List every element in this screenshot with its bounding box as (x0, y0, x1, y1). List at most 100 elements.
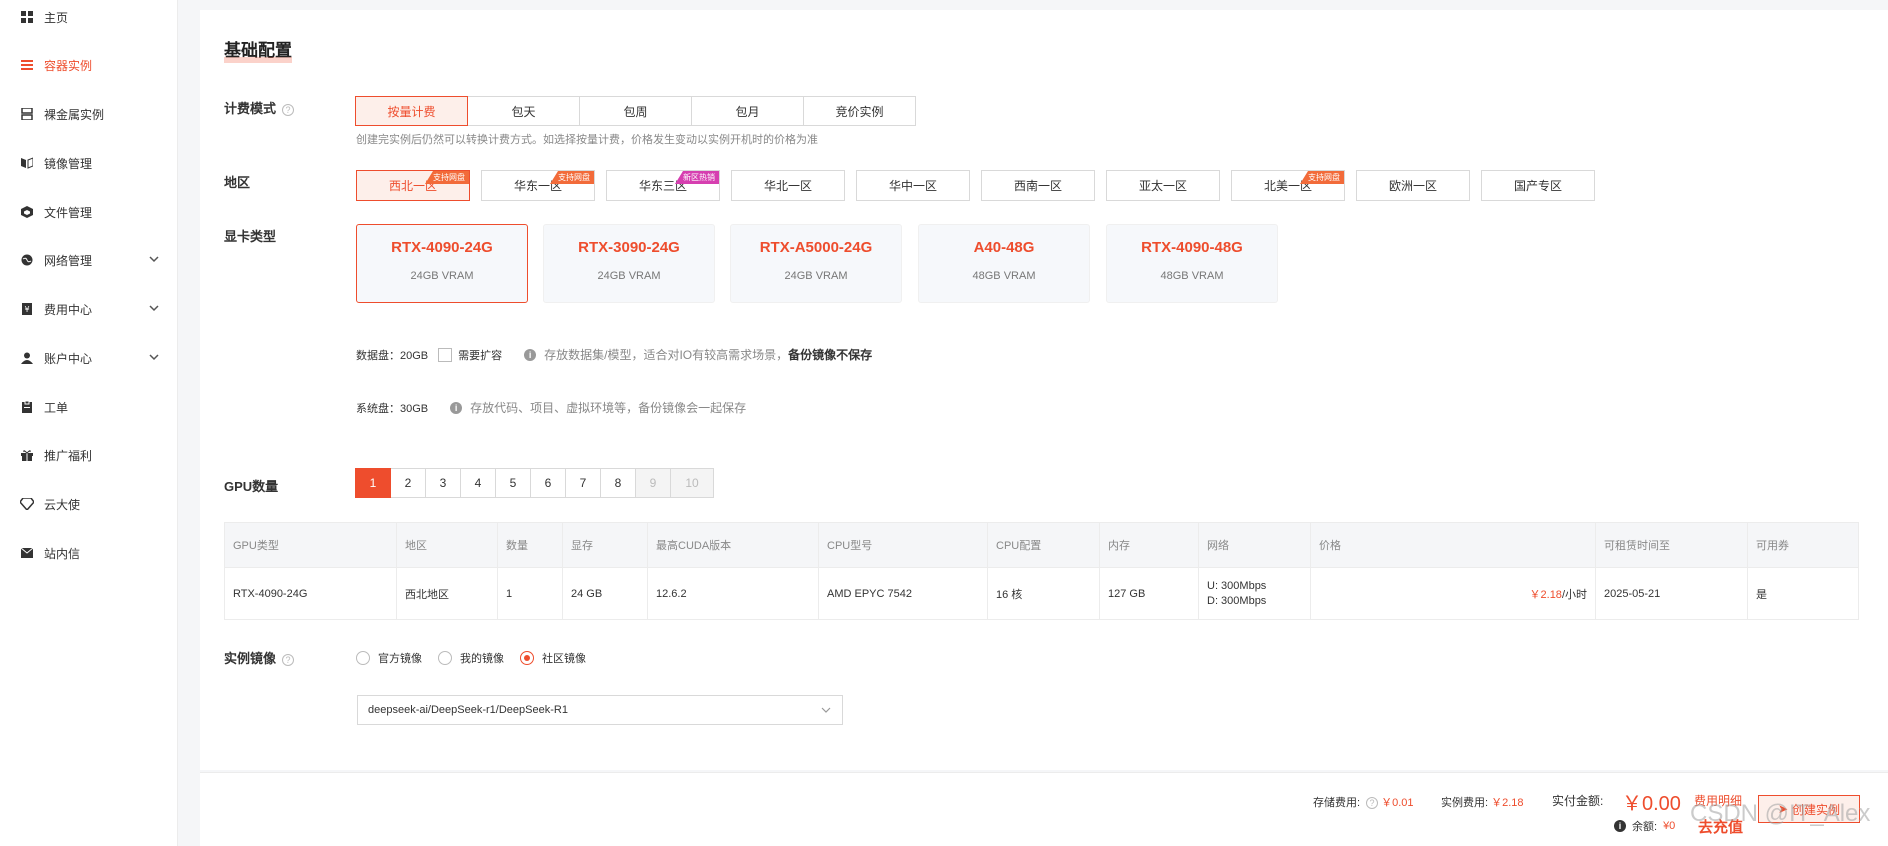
sidebar-item-tickets[interactable]: 工单 (0, 392, 178, 422)
box-icon (20, 205, 34, 219)
sidebar-item-container-instances[interactable]: 容器实例 (0, 50, 178, 80)
cell-network: U: 300Mbps D: 300Mbps (1198, 567, 1311, 620)
gpu-card[interactable]: RTX-A5000-24G 24GB VRAM (730, 224, 902, 303)
gpu-count-option[interactable]: 8 (600, 468, 636, 498)
table-header: CPU配置 (987, 522, 1100, 568)
image-option-official[interactable]: 官方镜像 (356, 650, 422, 666)
spec-table: GPU类型 地区 数量 显存 最高CUDA版本 CPU型号 CPU配置 内存 网… (224, 522, 1859, 620)
region-tag: 支持网盘 (425, 171, 469, 184)
data-disk-label: 数据盘：20GB (356, 349, 429, 362)
chevron-down-icon[interactable] (148, 302, 162, 316)
gpu-vram: 24GB VRAM (410, 270, 474, 282)
image-option-community[interactable]: 社区镜像 (520, 650, 586, 666)
sidebar-item-bare-metal[interactable]: 裸金属实例 (0, 99, 178, 129)
gpu-name: RTX-3090-24G (578, 239, 680, 256)
region-option[interactable]: 华东三区 新区热销 (606, 170, 720, 201)
billing-option-spot[interactable]: 竞价实例 (803, 96, 916, 126)
data-disk-note-bold: 备份镜像不保存 (788, 348, 873, 362)
storage-fee-label: 存储费用: (1313, 797, 1361, 809)
gpu-count-option[interactable]: 4 (460, 468, 496, 498)
cell-cpu-config: 16 核 (987, 567, 1100, 620)
region-option[interactable]: 西南一区 (981, 170, 1095, 201)
cell-vram: 24 GB (562, 567, 648, 620)
sidebar-item-promotion[interactable]: 推广福利 (0, 440, 178, 470)
gpu-count-option[interactable]: 2 (390, 468, 426, 498)
sidebar-item-ambassador[interactable]: 云大使 (0, 489, 178, 519)
help-icon[interactable]: ? (1366, 797, 1379, 810)
sidebar-item-images[interactable]: 镜像管理 (0, 148, 178, 178)
system-disk-note: 存放代码、项目、虚拟环境等，备份镜像会一起保存 (470, 401, 747, 415)
gpu-name: RTX-4090-48G (1141, 239, 1243, 256)
pay-amount-value: ￥0.00 (1622, 793, 1681, 815)
gift-icon (20, 448, 34, 462)
gpu-card[interactable]: RTX-4090-48G 48GB VRAM (1106, 224, 1278, 303)
image-select[interactable]: deepseek-ai/DeepSeek-r1/DeepSeek-R1 (357, 695, 843, 725)
billing-option-weekly[interactable]: 包周 (579, 96, 692, 126)
radio-button[interactable] (438, 651, 452, 665)
gpu-name: A40-48G (973, 239, 1035, 256)
balance-label: 余额: (1632, 821, 1658, 833)
expand-checkbox-label: 需要扩容 (458, 349, 503, 362)
table-header: 价格 (1310, 522, 1596, 568)
balance-value: ¥0 (1663, 820, 1676, 832)
sidebar-item-files[interactable]: 文件管理 (0, 197, 178, 227)
info-icon: i (524, 348, 537, 361)
billing-mode-selector: 按量计费 包天 包周 包月 竞价实例 (355, 96, 916, 126)
radio-button[interactable] (520, 651, 534, 665)
region-option[interactable]: 国产专区 (1481, 170, 1595, 201)
region-option[interactable]: 华中一区 (856, 170, 970, 201)
region-name: 亚太一区 (1138, 179, 1187, 193)
gpu-count-option[interactable]: 5 (495, 468, 531, 498)
gpu-count-option[interactable]: 3 (425, 468, 461, 498)
instance-fee-value: ￥2.18 (1491, 797, 1524, 809)
gpu-card[interactable]: A40-48G 48GB VRAM (918, 224, 1090, 303)
sidebar-item-label: 云大使 (44, 497, 81, 512)
sidebar-item-messages[interactable]: 站内信 (0, 538, 178, 568)
pay-amount-label: 实付金额: (1552, 794, 1604, 808)
radio-button[interactable] (356, 651, 370, 665)
info-icon: i (1614, 820, 1626, 832)
billing-mode-label-text: 计费模式 (224, 101, 277, 116)
cell-price: ￥2.18/小时 (1310, 567, 1596, 620)
bill-icon: ¥ (20, 302, 34, 316)
chevron-down-icon[interactable] (148, 351, 162, 365)
sidebar-item-home[interactable]: 主页 (0, 2, 178, 32)
sidebar-item-account[interactable]: 账户中心 (0, 343, 178, 373)
sidebar-item-label: 文件管理 (44, 205, 93, 220)
table-header: 数量 (497, 522, 563, 568)
instance-fee-label: 实例费用: (1441, 797, 1489, 809)
chevron-down-icon (820, 704, 832, 719)
help-icon[interactable]: ? (282, 103, 295, 116)
cell-count: 1 (497, 567, 563, 620)
gpu-vram: 48GB VRAM (972, 270, 1036, 282)
help-icon[interactable]: ? (282, 653, 295, 666)
billing-option-monthly[interactable]: 包月 (691, 96, 804, 126)
gpu-card[interactable]: RTX-4090-24G 24GB VRAM (356, 224, 528, 303)
region-option[interactable]: 华东一区 支持网盘 (481, 170, 595, 201)
image-option-mine[interactable]: 我的镜像 (438, 650, 504, 666)
region-option[interactable]: 西北一区 支持网盘 (356, 170, 470, 201)
sidebar-item-label: 网络管理 (44, 253, 93, 268)
billing-mode-label: 计费模式? (224, 98, 295, 117)
sidebar-item-network[interactable]: 网络管理 (0, 245, 178, 275)
gpu-count-option[interactable]: 6 (530, 468, 566, 498)
gpu-count-option[interactable]: 7 (565, 468, 601, 498)
chevron-down-icon[interactable] (148, 253, 162, 267)
gpu-count-option[interactable]: 1 (355, 468, 391, 498)
sidebar-item-billing[interactable]: ¥ 费用中心 (0, 294, 178, 324)
billing-option-daily[interactable]: 包天 (467, 96, 580, 126)
sidebar-item-label: 主页 (44, 10, 69, 25)
region-option[interactable]: 华北一区 (731, 170, 845, 201)
image-label: 实例镜像? (224, 648, 295, 667)
expand-checkbox[interactable] (438, 347, 453, 362)
billing-option-pay-as-you-go[interactable]: 按量计费 (355, 96, 468, 126)
region-option[interactable]: 欧洲一区 (1356, 170, 1470, 201)
gpu-name: RTX-4090-24G (391, 239, 493, 256)
gpu-card[interactable]: RTX-3090-24G 24GB VRAM (543, 224, 715, 303)
region-tag: 支持网盘 (1300, 171, 1344, 184)
table-header: 最高CUDA版本 (647, 522, 819, 568)
region-option[interactable]: 亚太一区 (1106, 170, 1220, 201)
radio-label: 社区镜像 (542, 653, 586, 665)
table-header: 地区 (396, 522, 498, 568)
region-option[interactable]: 北美一区 支持网盘 (1231, 170, 1345, 201)
